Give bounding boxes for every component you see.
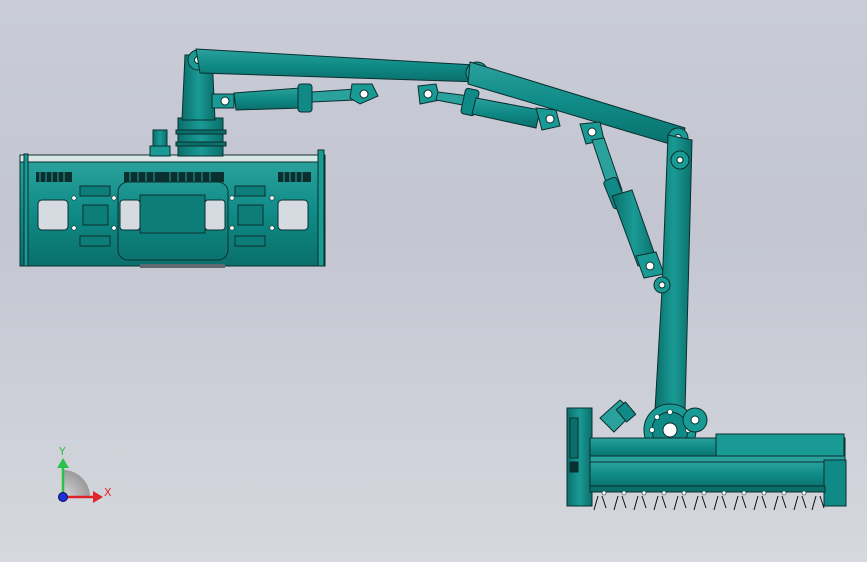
main-boom <box>195 48 489 85</box>
flail-teeth <box>593 495 825 511</box>
z-axis-dot <box>58 492 68 502</box>
hydraulic-cylinder-3 <box>579 121 665 279</box>
mounting-frame <box>19 149 326 268</box>
cad-viewport[interactable]: Y X <box>0 0 867 562</box>
y-axis-label: Y <box>58 445 66 458</box>
coordinate-triad[interactable]: Y X <box>57 445 112 503</box>
x-axis-arrowhead <box>93 491 103 503</box>
slewing-motor <box>149 117 227 157</box>
mulcher-head <box>566 399 847 507</box>
model-canvas[interactable]: Y X <box>0 0 867 562</box>
x-axis-label: X <box>104 486 112 499</box>
y-axis-arrowhead <box>57 458 69 468</box>
hydraulic-cylinder-1 <box>211 83 379 113</box>
